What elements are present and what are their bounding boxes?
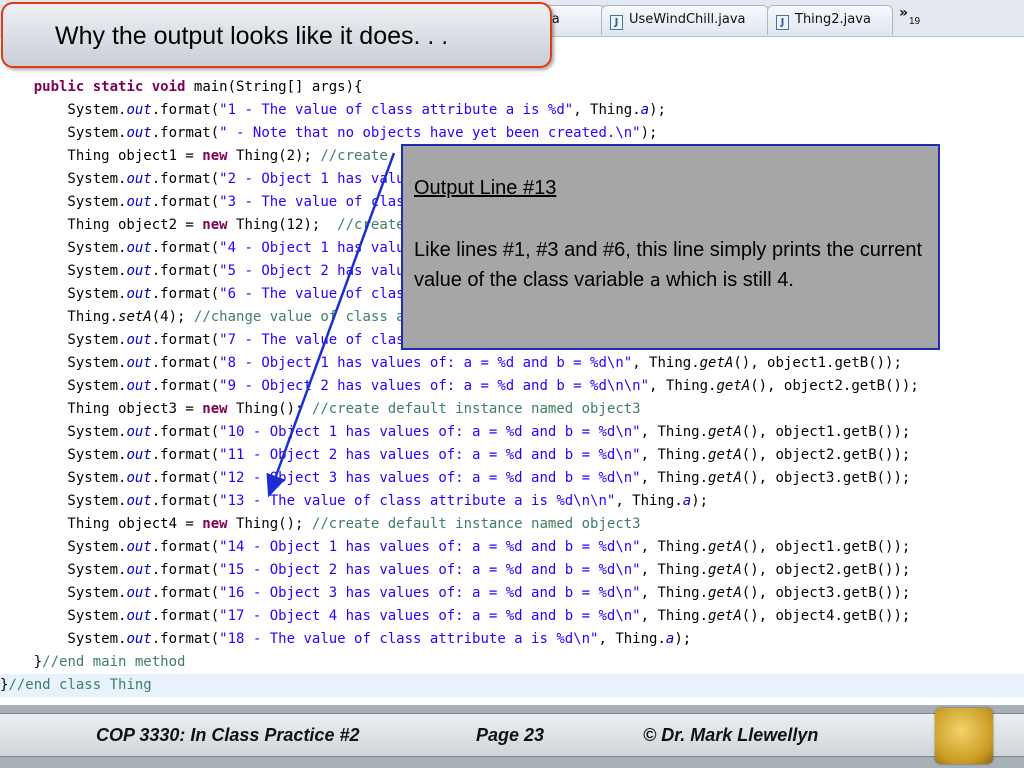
tab-label: Thing2.java	[795, 12, 871, 27]
code-line: public static void main(String[] args){	[33, 79, 363, 95]
footer-course: COP 3330: In Class Practice #2	[96, 725, 360, 745]
tab-usewindchill[interactable]: J UseWindChill.java	[601, 5, 769, 35]
code-line: }//end main method	[0, 654, 186, 670]
code-line: System.out.format("12 - Object 3 has val…	[0, 470, 911, 486]
java-file-icon: J	[776, 15, 789, 30]
tab-thing2[interactable]: J Thing2.java	[767, 5, 893, 35]
tab-overflow-count: 19	[909, 16, 921, 27]
code-line: System.out.format("11 - Object 2 has val…	[0, 447, 911, 463]
callout-heading: Output Line #13	[414, 177, 557, 199]
slide-footer: COP 3330: In Class Practice #2 Page 23 ©…	[0, 705, 1024, 768]
code-line: System.out.format(" - Note that no objec…	[0, 125, 658, 141]
callout-body-text-end: which is still 4.	[660, 269, 794, 291]
footer-page: Page 23	[476, 725, 545, 745]
ucf-pegasus-logo	[935, 708, 993, 764]
footer-author: © Dr. Mark Llewellyn	[643, 725, 819, 745]
slide-title-callout: Why the output looks like it does. . .	[1, 2, 552, 68]
code-line: }//end class Thing	[0, 674, 1024, 697]
code-line: System.out.format("8 - Object 1 has valu…	[0, 355, 902, 371]
code-line: System.out.format("16 - Object 3 has val…	[0, 585, 911, 601]
code-line: System.out.format("13 - The value of cla…	[0, 493, 709, 509]
tab-label: UseWindChill.java	[629, 12, 746, 27]
callout-variable: a	[649, 270, 661, 291]
explanation-callout: Output Line #13 Like lines #1, #3 and #6…	[401, 144, 940, 350]
code-line: System.out.format("14 - Object 1 has val…	[0, 539, 911, 555]
code-line: System.out.format("10 - Object 1 has val…	[0, 424, 911, 440]
code-line: System.out.format("9 - Object 2 has valu…	[0, 378, 919, 394]
tab-overflow-icon[interactable]: »	[899, 5, 908, 21]
java-file-icon: J	[610, 15, 623, 30]
code-line: Thing object4 = new Thing(); //create de…	[0, 516, 641, 532]
callout-body: Like lines #1, #3 and #6, this line simp…	[414, 235, 934, 296]
code-line: System.out.format("17 - Object 4 has val…	[0, 608, 911, 624]
code-line: Thing object3 = new Thing(); //create de…	[0, 401, 641, 417]
code-line: System.out.format("18 - The value of cla…	[0, 631, 692, 647]
slide-title: Why the output looks like it does. . .	[55, 22, 449, 50]
code-line: System.out.format("15 - Object 2 has val…	[0, 562, 911, 578]
code-line: System.out.format("1 - The value of clas…	[0, 102, 666, 118]
